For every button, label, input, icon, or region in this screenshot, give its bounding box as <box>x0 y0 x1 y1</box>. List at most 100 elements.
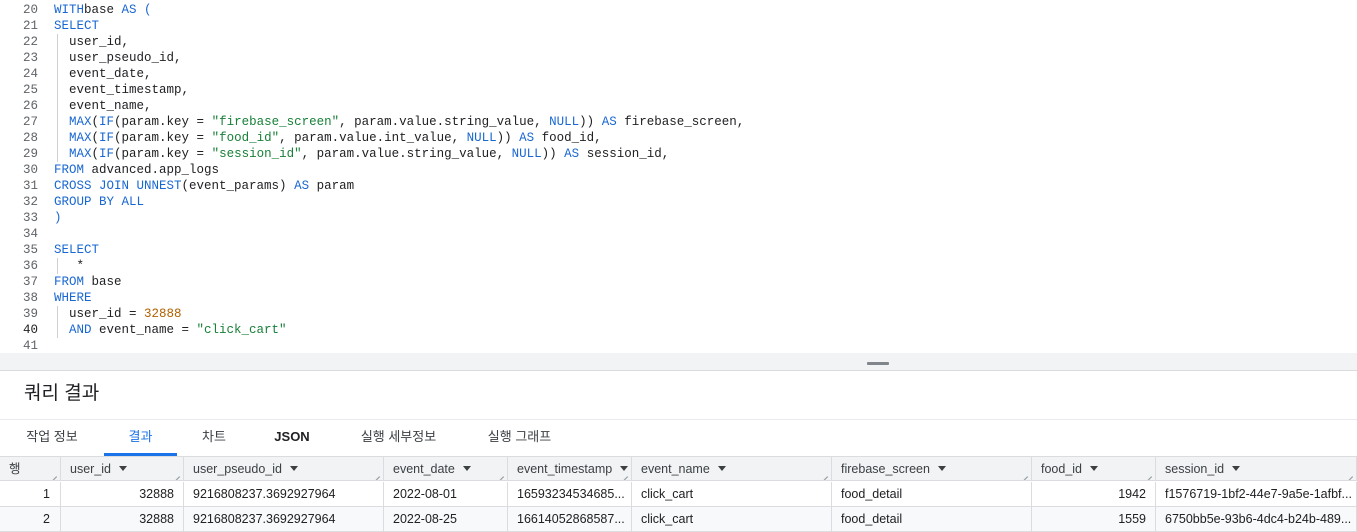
line-number: 21 <box>22 19 38 33</box>
code-line[interactable]: 20 WITHbase AS ( <box>0 2 1357 18</box>
tab-3[interactable]: JSON <box>251 420 333 455</box>
line-number: 34 <box>22 227 38 241</box>
table-cell[interactable]: click_cart <box>632 507 832 532</box>
code-text: MAX(IF(param.key = "session_id", param.v… <box>54 147 670 161</box>
chevron-down-icon[interactable] <box>717 466 726 472</box>
panel-splitter[interactable] <box>0 353 1357 371</box>
code-text: MAX(IF(param.key = "food_id", param.valu… <box>54 131 602 145</box>
column-resize-icon[interactable] <box>621 470 628 477</box>
code-line[interactable]: 26 event_name, <box>0 98 1357 114</box>
chevron-down-icon[interactable] <box>937 466 946 472</box>
line-number: 22 <box>22 35 38 49</box>
code-line[interactable]: 21 SELECT <box>0 18 1357 34</box>
column-header-event_timestamp[interactable]: event_timestamp <box>508 457 632 481</box>
code-text: event_name, <box>54 99 152 113</box>
chevron-down-icon[interactable] <box>1090 466 1099 472</box>
column-header-label: food_id <box>1041 462 1083 476</box>
code-text: ) <box>54 211 62 225</box>
table-cell[interactable]: 2022-08-25 <box>384 507 508 532</box>
chevron-down-icon[interactable] <box>1232 466 1241 472</box>
code-text: WHERE <box>54 291 92 305</box>
table-cell[interactable]: 32888 <box>61 482 184 507</box>
table-cell[interactable]: click_cart <box>632 482 832 507</box>
line-number: 41 <box>22 339 38 353</box>
line-number: 33 <box>22 211 38 225</box>
line-number: 37 <box>22 275 38 289</box>
table-cell[interactable]: 16614052868587... <box>508 507 632 532</box>
column-header-event_name[interactable]: event_name <box>632 457 832 481</box>
column-header-user_pseudo_id[interactable]: user_pseudo_id <box>184 457 384 481</box>
code-text: SELECT <box>54 19 100 33</box>
line-number: 32 <box>22 195 38 209</box>
results-tabs: 작업 정보 결과 차트 JSON 실행 세부정보 실행 그래프 <box>0 419 1357 456</box>
column-resize-icon[interactable] <box>1145 470 1152 477</box>
code-line[interactable]: 38 WHERE <box>0 290 1357 306</box>
code-line[interactable]: 40 AND event_name = "click_cart" <box>0 322 1357 338</box>
column-resize-icon[interactable] <box>173 470 180 477</box>
tab-4[interactable]: 실행 세부정보 <box>333 420 464 455</box>
tab-1[interactable]: 결과 <box>104 420 177 456</box>
code-line[interactable]: 39 user_id = 32888 <box>0 306 1357 322</box>
code-line[interactable]: 24 event_date, <box>0 66 1357 82</box>
table-cell[interactable]: 2022-08-01 <box>384 482 508 507</box>
code-text: CROSS JOIN UNNEST(event_params) AS param <box>54 179 355 193</box>
code-line[interactable]: 33) <box>0 210 1357 226</box>
column-header-event_date[interactable]: event_date <box>384 457 508 481</box>
table-cell[interactable]: 6750bb5e-93b6-4dc4-b24b-489... <box>1156 507 1357 532</box>
row-number-header[interactable]: 행 <box>0 457 61 481</box>
row-number-cell[interactable]: 1 <box>0 482 61 507</box>
table-cell[interactable]: 1559 <box>1032 507 1156 532</box>
tab-0[interactable]: 작업 정보 <box>0 420 104 455</box>
column-header-food_id[interactable]: food_id <box>1032 457 1156 481</box>
table-row[interactable]: 2 32888 9216808237.3692927964 2022-08-25 166… <box>0 507 1357 532</box>
table-row[interactable]: 1 32888 9216808237.3692927964 2022-08-01 165… <box>0 482 1357 507</box>
drag-handle-icon[interactable] <box>867 362 889 365</box>
table-cell[interactable]: food_detail <box>832 482 1032 507</box>
tab-2[interactable]: 차트 <box>177 420 251 455</box>
column-header-firebase_screen[interactable]: firebase_screen <box>832 457 1032 481</box>
table-cell[interactable]: food_detail <box>832 507 1032 532</box>
column-resize-icon[interactable] <box>1346 470 1353 477</box>
table-cell[interactable]: 16593234534685... <box>508 482 632 507</box>
table-cell[interactable]: 1942 <box>1032 482 1156 507</box>
code-line[interactable]: 37 FROM base <box>0 274 1357 290</box>
results-grid: 행 user_id user_pseudo_id event_date event_ti… <box>0 456 1357 532</box>
code-line[interactable]: 36 * <box>0 258 1357 274</box>
column-header-label: 행 <box>9 462 21 476</box>
column-resize-icon[interactable] <box>373 470 380 477</box>
chevron-down-icon[interactable] <box>289 466 298 472</box>
line-number: 36 <box>22 259 38 273</box>
line-number: 38 <box>22 291 38 305</box>
code-line[interactable]: 25 event_timestamp, <box>0 82 1357 98</box>
tab-5[interactable]: 실행 그래프 <box>464 420 575 455</box>
table-cell[interactable]: 9216808237.3692927964 <box>184 482 384 507</box>
code-line[interactable]: 28 MAX(IF(param.key = "food_id", param.v… <box>0 130 1357 146</box>
table-cell[interactable]: 9216808237.3692927964 <box>184 507 384 532</box>
code-text: user_id = 32888 <box>54 307 182 321</box>
code-line[interactable]: 31 CROSS JOIN UNNEST(event_params) AS par… <box>0 178 1357 194</box>
sql-editor[interactable]: 20 WITHbase AS (21 SELECT 22 user_id, 23 use… <box>0 0 1357 353</box>
column-resize-icon[interactable] <box>821 470 828 477</box>
code-line[interactable]: 29 MAX(IF(param.key = "session_id", para… <box>0 146 1357 162</box>
column-resize-icon[interactable] <box>50 470 57 477</box>
code-line[interactable]: 27 MAX(IF(param.key = "firebase_screen",… <box>0 114 1357 130</box>
row-number-cell[interactable]: 2 <box>0 507 61 532</box>
code-line[interactable]: 30 FROM advanced.app_logs <box>0 162 1357 178</box>
chevron-down-icon[interactable] <box>462 466 471 472</box>
code-line[interactable]: 41 <box>0 338 1357 354</box>
column-header-label: firebase_screen <box>841 462 930 476</box>
table-cell[interactable]: 32888 <box>61 507 184 532</box>
code-line[interactable]: 35 SELECT <box>0 242 1357 258</box>
code-line[interactable]: 34 <box>0 226 1357 242</box>
code-text: WITHbase AS ( <box>54 3 152 17</box>
code-line[interactable]: 23 user_pseudo_id, <box>0 50 1357 66</box>
code-line[interactable]: 22 user_id, <box>0 34 1357 50</box>
code-line[interactable]: 32 GROUP BY ALL <box>0 194 1357 210</box>
chevron-down-icon[interactable] <box>119 466 127 472</box>
column-resize-icon[interactable] <box>497 470 504 477</box>
column-header-user_id[interactable]: user_id <box>61 457 184 481</box>
table-cell[interactable]: f1576719-1bf2-44e7-9a5e-1afbf... <box>1156 482 1357 507</box>
column-header-session_id[interactable]: session_id <box>1156 457 1357 481</box>
line-number: 24 <box>22 67 38 81</box>
column-resize-icon[interactable] <box>1021 470 1028 477</box>
